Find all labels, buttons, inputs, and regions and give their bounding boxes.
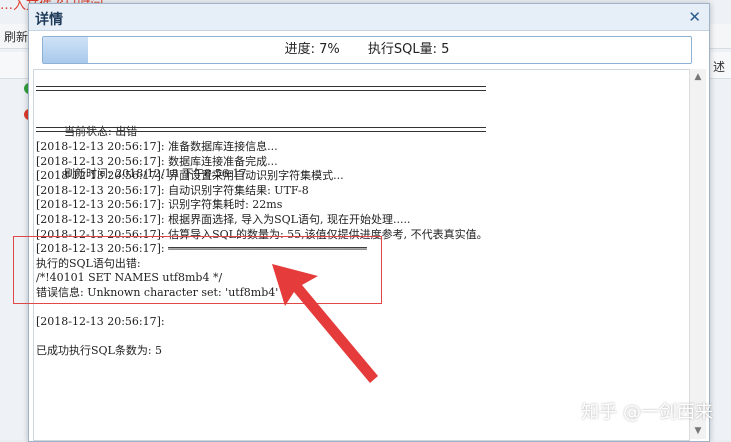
annotation-arrow-icon [272,264,378,383]
watermark: 知乎 @一剑西来 [581,402,713,423]
